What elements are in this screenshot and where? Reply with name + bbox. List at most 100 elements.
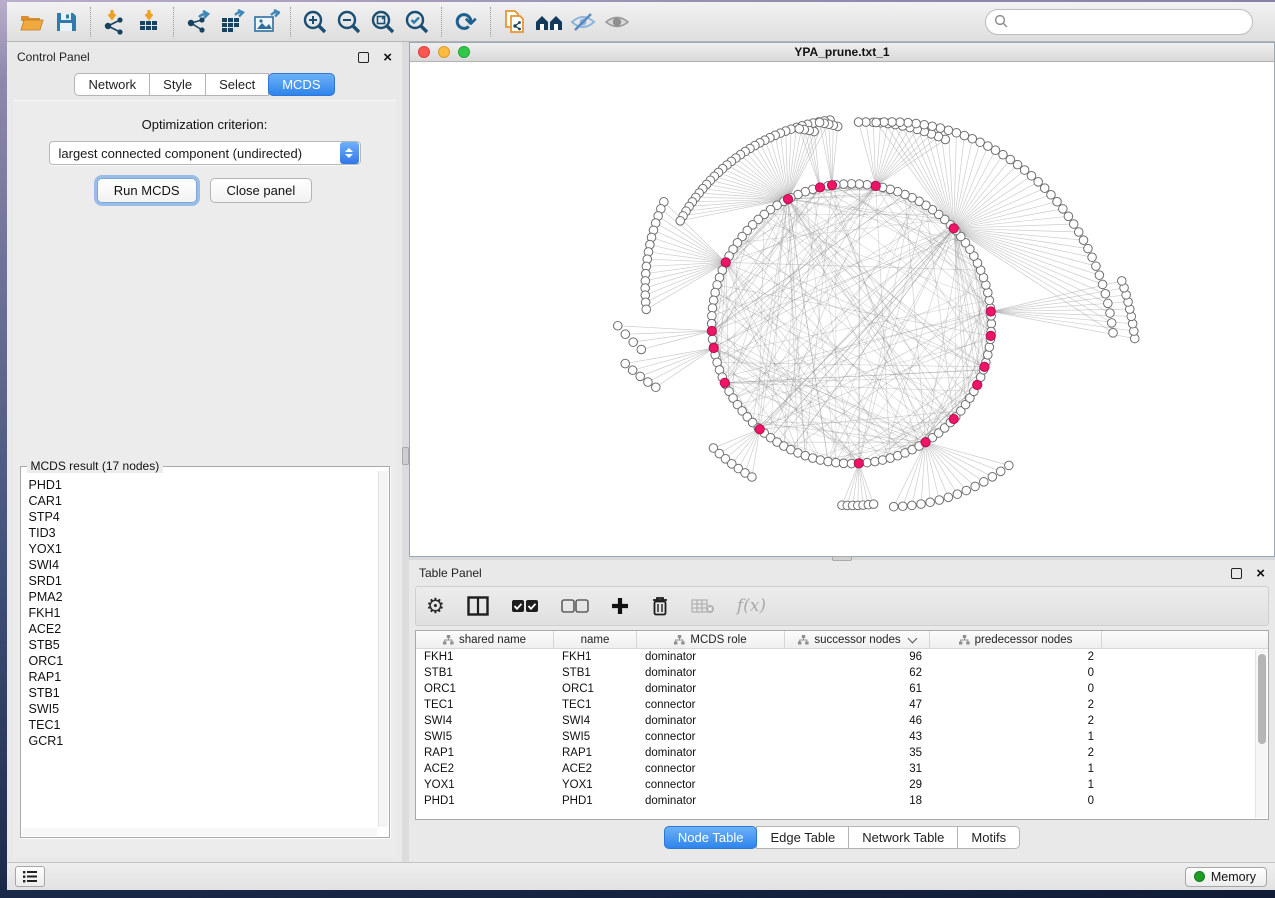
table-vertical-scrollbar[interactable] bbox=[1255, 650, 1267, 818]
graph-node[interactable] bbox=[872, 118, 881, 127]
graph-hub-node[interactable] bbox=[980, 362, 989, 371]
window-minimize-icon[interactable] bbox=[438, 46, 450, 58]
scrollbar-thumb[interactable] bbox=[1258, 654, 1266, 744]
graph-node[interactable] bbox=[985, 343, 994, 352]
table-row[interactable]: SWI4SWI4dominator462 bbox=[416, 713, 1255, 729]
mcds-result-item[interactable]: SWI5 bbox=[22, 701, 377, 717]
mcds-result-item[interactable]: FKH1 bbox=[22, 605, 377, 621]
first-neighbors-icon[interactable] bbox=[532, 6, 566, 38]
graph-node[interactable] bbox=[1064, 212, 1073, 221]
export-network-icon[interactable] bbox=[181, 6, 215, 38]
table-row[interactable]: TEC1TEC1connector472 bbox=[416, 697, 1255, 713]
import-table-icon[interactable] bbox=[132, 6, 166, 38]
graph-node[interactable] bbox=[953, 490, 962, 499]
save-session-icon[interactable] bbox=[49, 6, 83, 38]
graph-hub-node[interactable] bbox=[986, 331, 995, 340]
mcds-result-item[interactable]: SRD1 bbox=[22, 573, 377, 589]
table-row[interactable]: YOX1YOX1connector291 bbox=[416, 777, 1255, 793]
mcds-result-item[interactable]: GCR1 bbox=[22, 733, 377, 749]
import-network-icon[interactable] bbox=[98, 6, 132, 38]
mcds-result-item[interactable]: STB5 bbox=[22, 637, 377, 653]
graph-hub-node[interactable] bbox=[707, 326, 716, 335]
graph-node[interactable] bbox=[936, 124, 945, 133]
graph-node[interactable] bbox=[854, 118, 863, 127]
search-field[interactable] bbox=[985, 9, 1253, 35]
graph-node[interactable] bbox=[816, 456, 825, 465]
tab-network[interactable]: Network bbox=[74, 73, 150, 96]
graph-node[interactable] bbox=[839, 180, 848, 189]
graph-node[interactable] bbox=[926, 498, 935, 507]
graph-hub-node[interactable] bbox=[854, 459, 863, 468]
graph-node[interactable] bbox=[709, 296, 718, 305]
graph-hub-node[interactable] bbox=[986, 307, 995, 316]
graph-node[interactable] bbox=[889, 502, 898, 511]
show-columns-icon[interactable] bbox=[467, 593, 489, 619]
result-horizontal-scrollbar[interactable] bbox=[22, 828, 377, 836]
tab-motifs[interactable]: Motifs bbox=[957, 826, 1020, 849]
graph-node[interactable] bbox=[1074, 228, 1083, 237]
graph-node[interactable] bbox=[636, 372, 645, 381]
network-window-titlebar[interactable]: YPA_prune.txt_1 bbox=[410, 43, 1274, 62]
window-zoom-icon[interactable] bbox=[458, 46, 470, 58]
graph-node[interactable] bbox=[1107, 319, 1116, 328]
mcds-result-item[interactable]: CAR1 bbox=[22, 493, 377, 509]
mcds-result-item[interactable]: ACE2 bbox=[22, 621, 377, 637]
graph-node[interactable] bbox=[637, 345, 646, 354]
graph-node[interactable] bbox=[912, 119, 921, 128]
select-all-rows-icon[interactable] bbox=[511, 593, 539, 619]
show-all-icon[interactable] bbox=[600, 6, 634, 38]
graph-node[interactable] bbox=[855, 180, 864, 189]
graph-node[interactable] bbox=[832, 458, 841, 467]
graph-node[interactable] bbox=[984, 351, 993, 360]
tab-network-table[interactable]: Network Table bbox=[848, 826, 958, 849]
graph-node[interactable] bbox=[1117, 277, 1126, 286]
table-row[interactable]: ACE2ACE2connector311 bbox=[416, 761, 1255, 777]
graph-node[interactable] bbox=[676, 217, 685, 226]
table-row[interactable]: RAP1RAP1dominator352 bbox=[416, 745, 1255, 761]
mcds-result-item[interactable]: YOX1 bbox=[22, 541, 377, 557]
open-file-icon[interactable] bbox=[15, 6, 49, 38]
mcds-result-item[interactable]: ORC1 bbox=[22, 653, 377, 669]
mcds-result-item[interactable]: TEC1 bbox=[22, 717, 377, 733]
table-options-gear-icon[interactable]: ⚙ bbox=[426, 593, 445, 619]
export-image-icon[interactable] bbox=[249, 6, 283, 38]
network-canvas[interactable] bbox=[410, 62, 1274, 556]
mcds-result-item[interactable]: STP4 bbox=[22, 509, 377, 525]
graph-node[interactable] bbox=[613, 321, 622, 330]
mcds-result-list[interactable]: PHD1CAR1STP4TID3YOX1SWI4SRD1PMA2FKH1ACE2… bbox=[22, 477, 377, 827]
run-mcds-button[interactable]: Run MCDS bbox=[97, 178, 197, 203]
graph-node[interactable] bbox=[1053, 197, 1062, 206]
hide-selected-icon[interactable] bbox=[566, 6, 600, 38]
graph-hub-node[interactable] bbox=[815, 183, 824, 192]
graph-hub-node[interactable] bbox=[921, 438, 930, 447]
search-input[interactable] bbox=[985, 9, 1253, 35]
close-panel-icon[interactable]: × bbox=[383, 52, 392, 63]
table-row[interactable]: STB1STB1dominator620 bbox=[416, 665, 1255, 681]
mcds-result-item[interactable]: TID3 bbox=[22, 525, 377, 541]
copy-network-icon[interactable] bbox=[498, 6, 532, 38]
graph-node[interactable] bbox=[1104, 299, 1113, 308]
float-panel-icon[interactable] bbox=[1231, 568, 1242, 579]
graph-hub-node[interactable] bbox=[720, 378, 729, 387]
graph-node[interactable] bbox=[815, 118, 824, 127]
close-panel-button[interactable]: Close panel bbox=[210, 178, 313, 203]
graph-node[interactable] bbox=[847, 180, 856, 189]
graph-hub-node[interactable] bbox=[755, 425, 764, 434]
tab-node-table[interactable]: Node Table bbox=[664, 826, 758, 849]
graph-node[interactable] bbox=[1098, 280, 1107, 289]
mcds-result-item[interactable]: PMA2 bbox=[22, 589, 377, 605]
deselect-all-rows-icon[interactable] bbox=[561, 593, 589, 619]
table-row[interactable]: PHD1PHD1dominator180 bbox=[416, 793, 1255, 809]
zoom-out-icon[interactable] bbox=[332, 6, 366, 38]
column-header-successor-nodes[interactable]: successor nodes bbox=[785, 631, 930, 648]
graph-node[interactable] bbox=[1106, 309, 1115, 318]
graph-node[interactable] bbox=[980, 478, 989, 487]
graph-node[interactable] bbox=[898, 502, 907, 511]
graph-node[interactable] bbox=[985, 296, 994, 305]
graph-node[interactable] bbox=[1109, 329, 1118, 338]
delete-column-trash-icon[interactable] bbox=[651, 593, 669, 619]
tab-style[interactable]: Style bbox=[149, 73, 206, 96]
graph-node[interactable] bbox=[628, 366, 637, 375]
graph-node[interactable] bbox=[971, 482, 980, 491]
graph-hub-node[interactable] bbox=[721, 258, 730, 267]
